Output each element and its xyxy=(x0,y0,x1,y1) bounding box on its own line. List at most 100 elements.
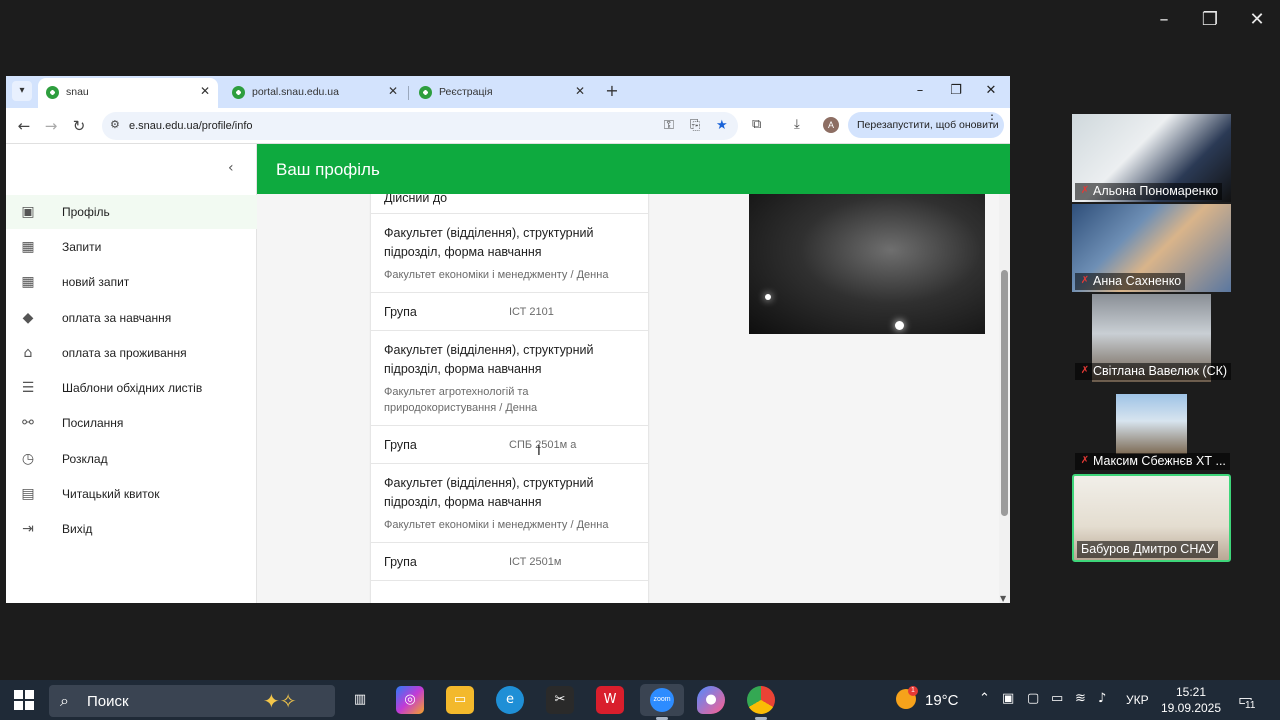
sidebar-item-housing-payment[interactable]: ⌂ оплата за проживання xyxy=(6,336,257,370)
sidebar-item-label: новий запит xyxy=(62,275,130,289)
reload-icon[interactable]: ↻ xyxy=(69,116,89,136)
sidebar-item-profile[interactable]: ▣ Профіль xyxy=(6,195,257,229)
drop-app-icon[interactable]: ● xyxy=(697,686,725,714)
address-bar[interactable]: ⚙ e.snau.edu.ua/profile/info ⚿ ⎘ ★ xyxy=(102,112,738,140)
link-icon: ⚯ xyxy=(22,415,34,431)
participant-tile[interactable]: ✗ Анна Сахненко xyxy=(1072,204,1231,292)
muted-mic-icon: ✗ xyxy=(1080,185,1090,196)
sidebar-item-label: Розклад xyxy=(62,452,108,466)
site-info-icon[interactable]: ⚙ xyxy=(110,118,120,131)
input-language[interactable]: УКР xyxy=(1126,693,1149,707)
tab-portal[interactable]: portal.snau.edu.ua ✕ xyxy=(224,78,406,108)
restart-to-update-button[interactable]: Перезапустити, щоб оновити ⋮ xyxy=(848,112,1004,138)
row-value: ІСТ 2101 xyxy=(509,306,554,318)
scrollbar[interactable]: ▼ xyxy=(999,194,1010,603)
sidebar-item-schedule[interactable]: ◷ Розклад xyxy=(6,442,257,476)
dashboard-icon: ▦ xyxy=(21,274,35,290)
clock-time: 15:21 xyxy=(1175,685,1207,699)
taskbar: ⌕ Поиск ✦✧ ▥ ◎ ▭ e ✂ W zoom ● 1 19°C ⌃ ▣… xyxy=(0,680,1280,720)
list-icon: ☰ xyxy=(21,380,35,396)
row-key: Дійсний до xyxy=(384,194,448,205)
participant-tile-active[interactable]: Бабуров Дмитро СНАУ xyxy=(1072,474,1231,562)
weather-temp[interactable]: 19°C xyxy=(925,692,959,709)
tray-app-icon[interactable]: ▣ xyxy=(1002,691,1014,706)
tray-overflow-icon[interactable]: ⌃ xyxy=(979,691,990,706)
text-cursor-icon: I xyxy=(537,444,541,459)
sidebar-item-logout[interactable]: ⇥ Вихід xyxy=(6,512,257,546)
bookmark-star-icon[interactable]: ★ xyxy=(716,118,728,133)
scrollbar-thumb[interactable] xyxy=(1001,270,1008,516)
close-tab-icon[interactable]: ✕ xyxy=(388,84,398,98)
sidebar-item-label: Профіль xyxy=(62,205,110,219)
restore-icon[interactable]: ❐ xyxy=(1200,10,1220,30)
taskbar-search[interactable]: ⌕ Поиск ✦✧ xyxy=(49,685,335,717)
minimize-icon[interactable]: – xyxy=(1154,10,1174,30)
screen: – ❐ ✕ ▾ snau ✕ portal.snau.edu.ua ✕ Реєс… xyxy=(0,0,1280,720)
capcut-icon[interactable]: ✂ xyxy=(546,686,574,714)
close-tab-icon[interactable]: ✕ xyxy=(575,84,585,98)
battery-icon[interactable]: ▭ xyxy=(1051,691,1063,706)
tab-separator xyxy=(408,86,409,100)
clock[interactable]: 15:21 19.09.2025 xyxy=(1160,684,1222,716)
new-tab-icon[interactable]: + xyxy=(602,81,622,101)
sidebar-item-requests[interactable]: ▦ Запити xyxy=(6,230,257,264)
tab-title: Реєстрація xyxy=(439,86,493,98)
tray-app-icon[interactable]: ▢ xyxy=(1027,691,1039,706)
logout-icon: ⇥ xyxy=(22,521,34,537)
menu-kebab-icon[interactable]: ⋮ xyxy=(986,112,998,126)
wifi-icon[interactable]: ≋ xyxy=(1075,691,1086,706)
download-icon[interactable]: ⤓ xyxy=(794,117,800,132)
browser-maximize-icon[interactable]: ❐ xyxy=(946,82,966,100)
edge-icon[interactable]: e xyxy=(496,686,524,714)
forward-icon[interactable]: → xyxy=(41,116,61,136)
sidebar-item-library-card[interactable]: ▤ Читацький квиток xyxy=(6,477,257,511)
close-icon[interactable]: ✕ xyxy=(1247,10,1267,30)
row-key: Група xyxy=(384,305,417,319)
participant-tile[interactable]: ✗ Альона Пономаренко xyxy=(1072,114,1231,202)
avatar[interactable]: A xyxy=(823,117,839,133)
password-key-icon[interactable]: ⚿ xyxy=(664,118,674,133)
sidebar-item-label: Шаблони обхідних листів xyxy=(62,381,203,395)
chrome-icon[interactable] xyxy=(747,686,775,714)
profile-card: Дійсний до Факультет (відділення), струк… xyxy=(371,194,648,603)
wps-office-icon[interactable]: W xyxy=(596,686,624,714)
browser-toolbar: ← → ↻ ⚙ e.snau.edu.ua/profile/info ⚿ ⎘ ★… xyxy=(6,108,1010,144)
tab-title: portal.snau.edu.ua xyxy=(252,86,339,98)
sidebar-item-links[interactable]: ⚯ Посилання xyxy=(6,406,257,440)
info-row: Група СПБ 2501м а xyxy=(371,426,648,464)
sidebar-item-label: Запити xyxy=(62,240,102,254)
sidebar-item-label: Посилання xyxy=(62,416,124,430)
scroll-down-icon[interactable]: ▼ xyxy=(1000,594,1006,603)
browser-minimize-icon[interactable]: – xyxy=(910,82,930,100)
row-key: Факультет (відділення), структурний підр… xyxy=(384,476,594,509)
tab-snau[interactable]: snau ✕ xyxy=(38,78,218,108)
participant-tile[interactable]: ✗ Світлана Вавелюк (СК) xyxy=(1072,294,1231,382)
file-explorer-icon[interactable]: ▭ xyxy=(446,686,474,714)
task-view-icon[interactable]: ▥ xyxy=(346,686,374,714)
copilot-icon[interactable]: ◎ xyxy=(396,686,424,714)
windows-start-icon[interactable] xyxy=(14,690,34,710)
search-icon: ⌕ xyxy=(60,691,69,710)
sidebar-item-tuition-payment[interactable]: ◆ оплата за навчання xyxy=(6,301,257,335)
install-app-icon[interactable]: ⎘ xyxy=(690,118,700,133)
snau-favicon-icon xyxy=(419,86,432,99)
close-tab-icon[interactable]: ✕ xyxy=(200,84,210,98)
tab-search-icon[interactable]: ▾ xyxy=(12,81,32,101)
bank-icon: ⌂ xyxy=(23,345,33,361)
page-header: Ваш профіль xyxy=(257,144,1010,194)
volume-icon[interactable]: ♪ xyxy=(1098,691,1106,706)
extensions-icon[interactable]: ⧉ xyxy=(752,117,761,132)
row-key: Факультет (відділення), структурний підр… xyxy=(384,226,594,259)
browser-close-icon[interactable]: ✕ xyxy=(981,82,1001,100)
zoom-label: zoom xyxy=(650,688,674,712)
sidebar-item-new-request[interactable]: ▦ новий запит xyxy=(6,265,257,299)
sidebar-item-templates[interactable]: ☰ Шаблони обхідних листів xyxy=(6,371,257,405)
sidebar-item-label: Вихід xyxy=(62,522,93,536)
participant-tile[interactable]: ✗ Максим Сбежнєв ХТ ... xyxy=(1072,384,1231,472)
muted-mic-icon: ✗ xyxy=(1080,365,1090,376)
collapse-sidebar-icon[interactable]: ‹ xyxy=(228,160,234,176)
tab-registration[interactable]: Реєстрація ✕ xyxy=(411,78,593,108)
zoom-app-icon[interactable]: zoom xyxy=(640,684,684,716)
back-icon[interactable]: ← xyxy=(14,116,34,136)
profile-content: Дійсний до Факультет (відділення), струк… xyxy=(257,194,999,603)
